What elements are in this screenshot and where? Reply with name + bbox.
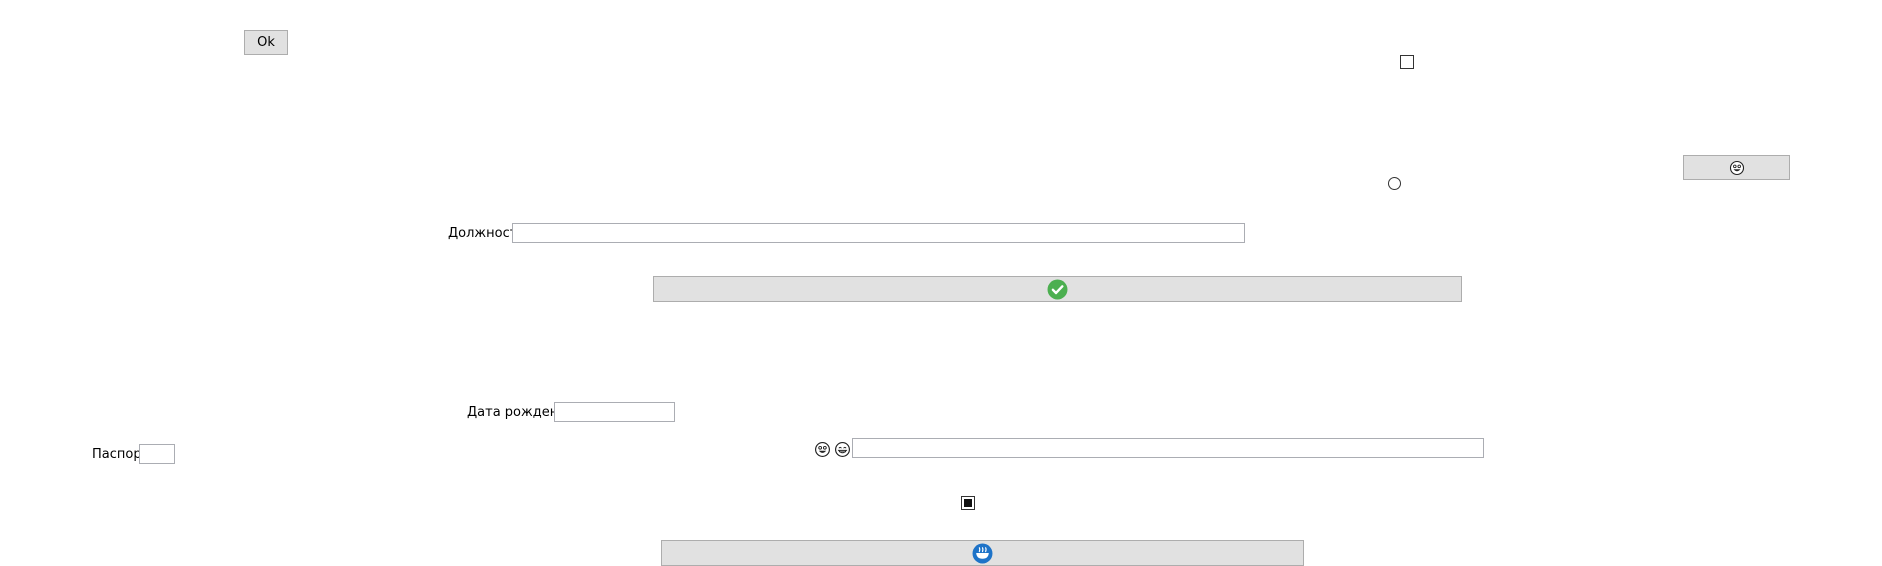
radio-button[interactable]: [1388, 177, 1401, 190]
blue-bowl-icon: [972, 543, 993, 563]
smiling-face-icon: [815, 442, 830, 457]
emoji-button[interactable]: [1683, 155, 1790, 180]
grinning-face-icon: [835, 442, 850, 457]
confirm-button[interactable]: [653, 276, 1462, 302]
middle-checkbox[interactable]: [961, 496, 975, 510]
bowl-button[interactable]: [661, 540, 1304, 566]
ok-button[interactable]: Ok: [244, 30, 288, 55]
green-checkmark-icon: [1047, 279, 1068, 299]
position-field[interactable]: [512, 223, 1245, 243]
passport-field[interactable]: [139, 444, 175, 464]
emoji-text-field[interactable]: [852, 438, 1484, 458]
smiling-face-icon: [1729, 160, 1744, 175]
top-checkbox[interactable]: [1400, 55, 1414, 69]
birthdate-field[interactable]: [554, 402, 675, 422]
